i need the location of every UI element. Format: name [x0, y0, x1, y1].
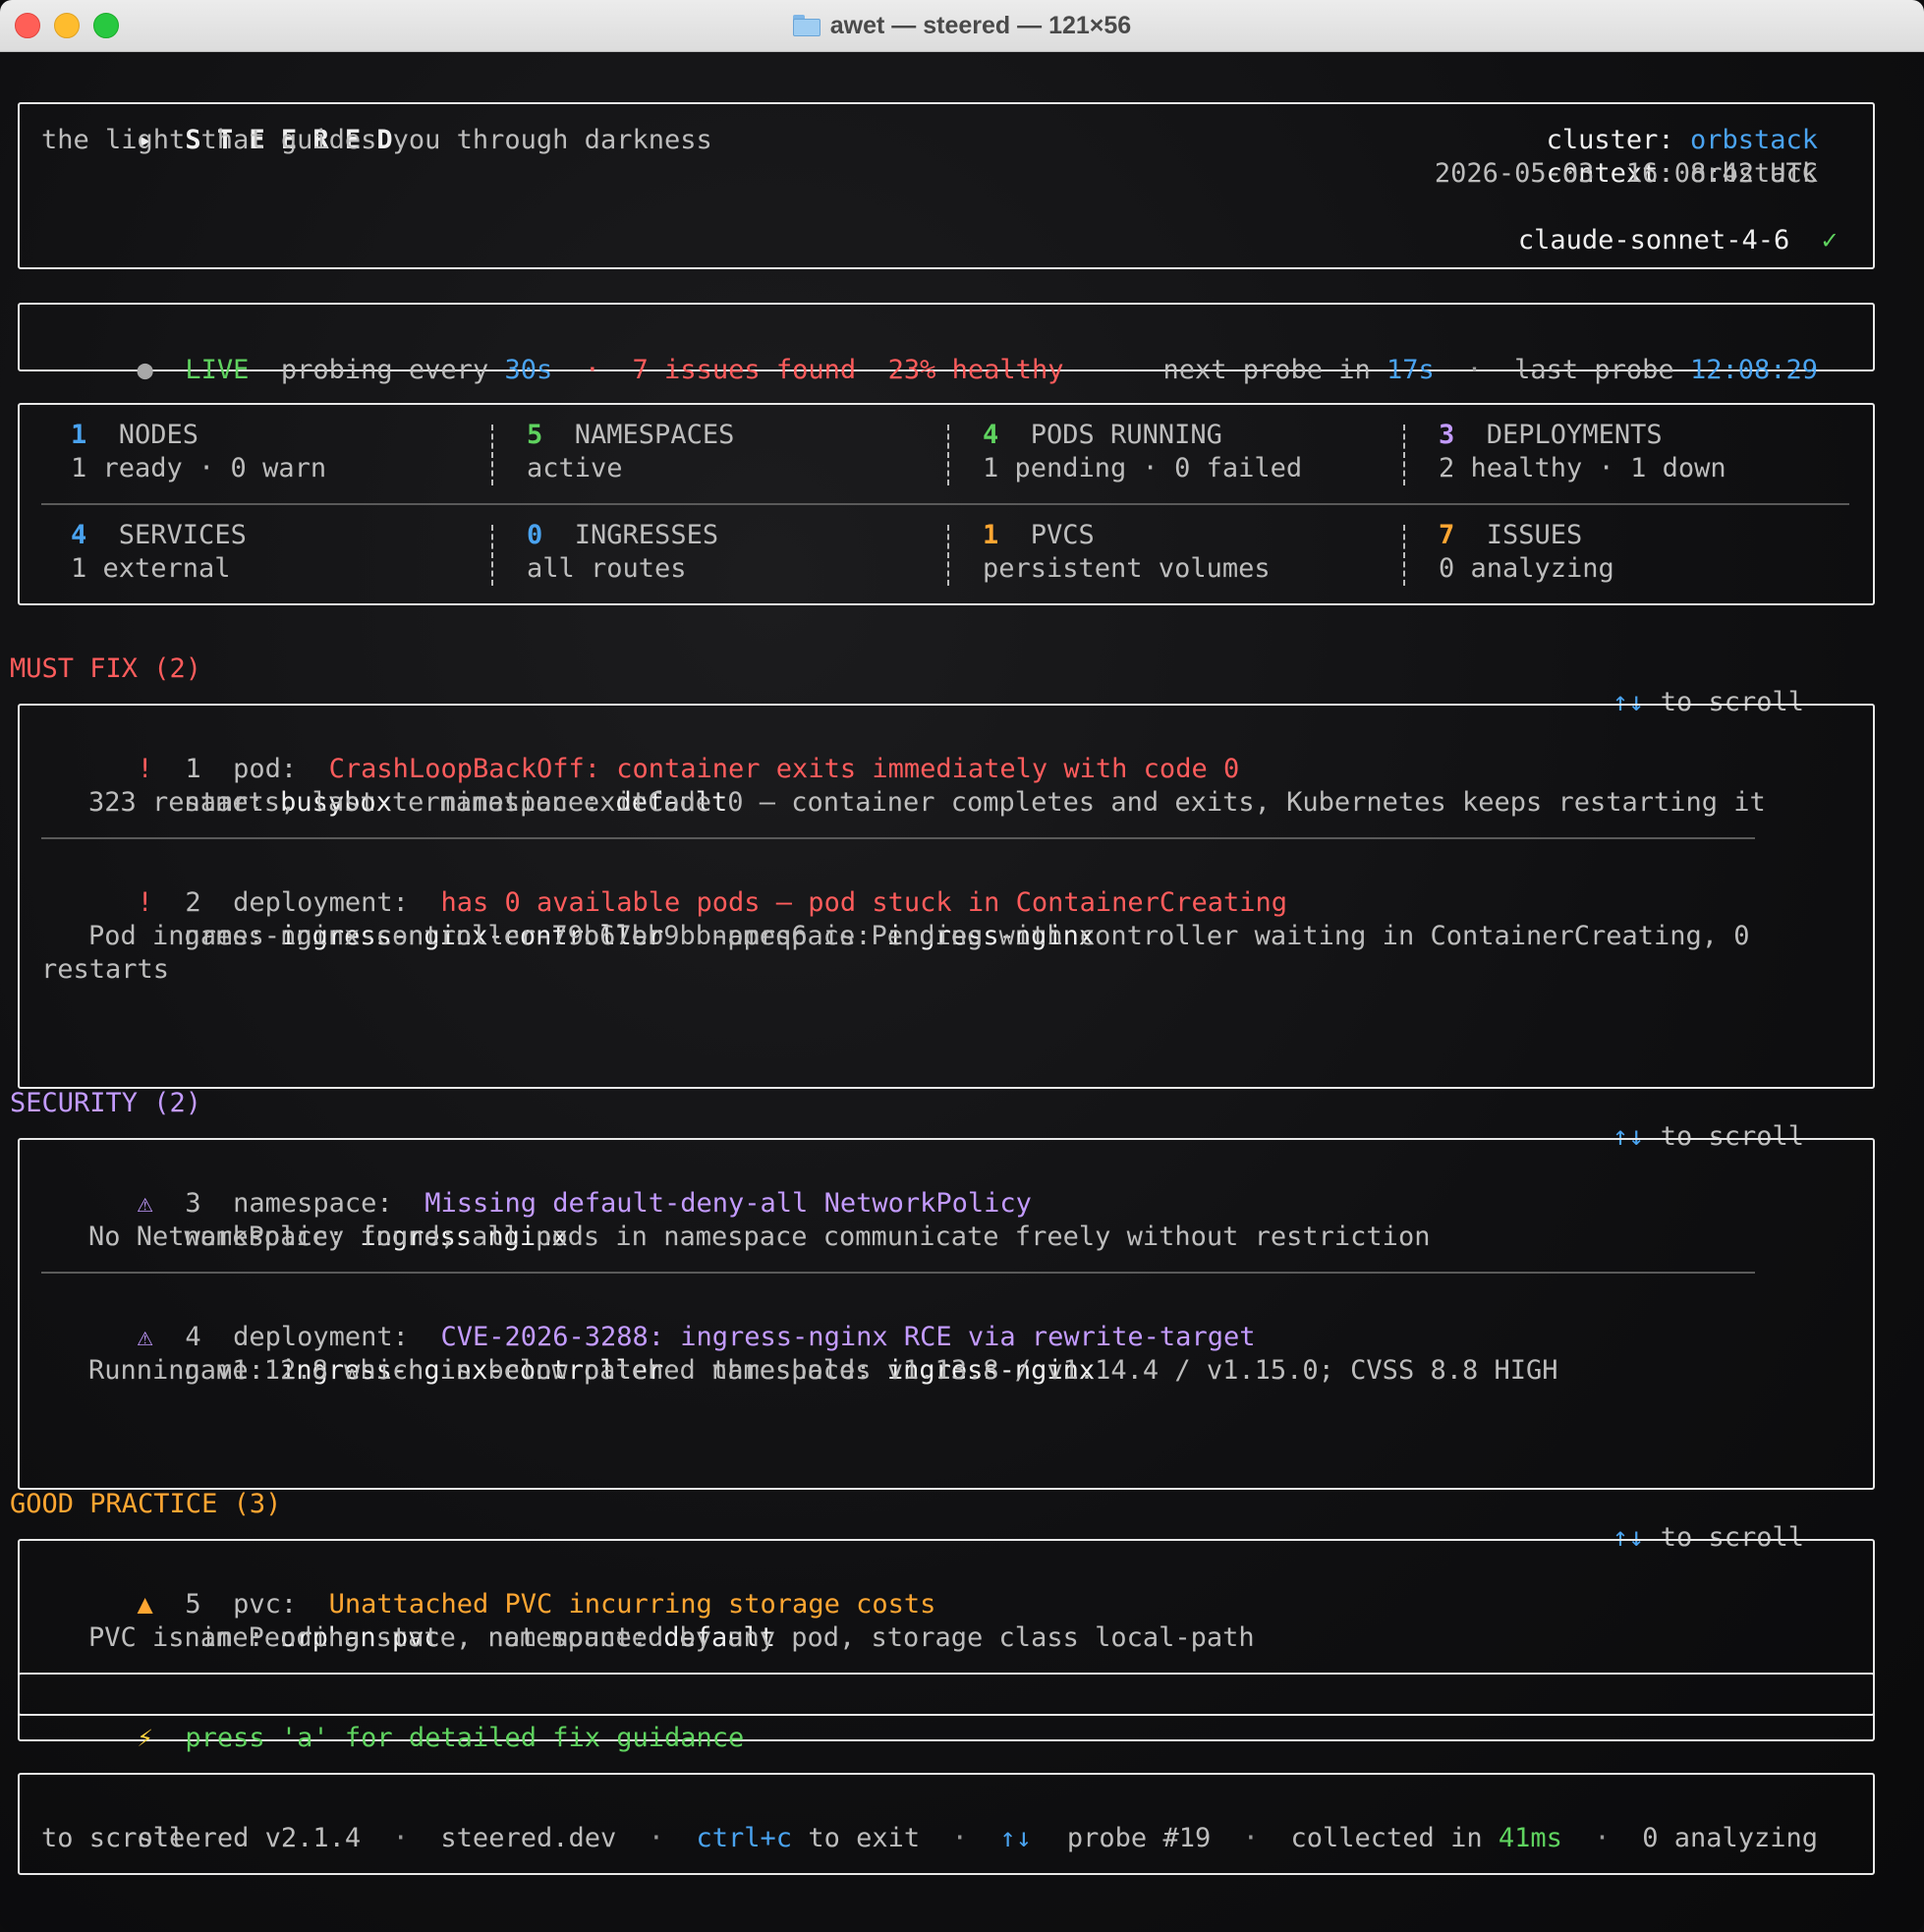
issue-4-detail: Running v1.12.8 which is below patched t… — [88, 1355, 1558, 1386]
stat-label: ISSUES — [1486, 520, 1583, 550]
probe-count: probe #19 — [1066, 1823, 1212, 1853]
stat-count: 4 — [71, 520, 87, 550]
stat-ingresses-title: 0 INGRESSES — [527, 519, 718, 552]
exit-key: ctrl+c — [696, 1823, 793, 1853]
folder-icon — [792, 15, 821, 36]
footer-right: probe #19 · collected in 41ms · 0 analyz… — [1066, 1823, 1818, 1853]
issues-found: 7 issues found — [632, 355, 857, 385]
stat-nodes-title: 1 NODES — [71, 419, 198, 452]
stat-count: 1 — [71, 420, 87, 450]
stat-deployments-sub: 2 healthy · 1 down — [1439, 453, 1726, 483]
issue-3-detail: No NetworkPolicy found; all pods in name… — [88, 1222, 1431, 1252]
datetime: 2026-05-03 16:08:42 UTC — [1434, 158, 1818, 189]
next-probe: 17s — [1386, 355, 1435, 385]
stat-pvcs-title: 1 PVCS — [983, 519, 1095, 552]
stat-services-title: 4 SERVICES — [71, 519, 247, 552]
stat-namespaces-sub: active — [527, 453, 623, 483]
column-divider — [1403, 425, 1405, 485]
check-icon: ✓ — [1821, 225, 1838, 256]
hint-text: press 'a' for detailed fix guidance — [185, 1723, 745, 1753]
stat-issues-title: 7 ISSUES — [1439, 519, 1582, 552]
stat-issues-sub: 0 analyzing — [1439, 553, 1614, 584]
probe-interval: 30s — [504, 355, 553, 385]
column-divider — [491, 525, 493, 586]
stat-pods-running-title: 4 PODS RUNNING — [983, 419, 1222, 452]
stat-nodes-sub: 1 ready · 0 warn — [71, 453, 327, 483]
analyzing-count: 0 analyzing — [1642, 1823, 1818, 1853]
status-dot-icon: ● — [137, 355, 153, 385]
tagline: the light that guides you through darkne… — [41, 125, 712, 155]
stat-count: 5 — [527, 420, 543, 450]
terminal-content[interactable]: ▸ S T E E R E D the light that guides yo… — [0, 51, 1924, 1932]
security-heading: SECURITY (2) — [10, 1088, 202, 1118]
stat-label: NODES — [118, 420, 199, 450]
stat-label: INGRESSES — [574, 520, 719, 550]
stat-pvcs-sub: persistent volumes — [983, 553, 1271, 584]
stat-pods-running-sub: 1 pending · 0 failed — [983, 453, 1303, 483]
issue-1-detail: 323 restarts, last termination exitCode … — [88, 787, 1766, 818]
stat-label: PVCS — [1030, 520, 1095, 550]
stat-label: NAMESPACES — [574, 420, 735, 450]
lightning-icon: ⚡ — [137, 1723, 153, 1753]
terminal-window: awet — steered — 121×56 ▸ S T E E R E D … — [0, 0, 1924, 1932]
stat-ingresses-sub: all routes — [527, 553, 687, 584]
site-link[interactable]: steered.dev — [440, 1823, 616, 1853]
stat-count: 4 — [983, 420, 999, 450]
health-percent: 23% healthy — [887, 355, 1064, 385]
stat-label: DEPLOYMENTS — [1486, 420, 1663, 450]
stat-count: 1 — [983, 520, 999, 550]
footer-left: steered v2.1.4 · steered.dev · ctrl+c to… — [137, 1823, 1032, 1853]
issue-2-detail-cont: restarts — [41, 954, 170, 985]
stat-deployments-title: 3 DEPLOYMENTS — [1439, 419, 1663, 452]
stat-label: PODS RUNNING — [1030, 420, 1222, 450]
stat-count: 0 — [527, 520, 543, 550]
issue-2-detail: Pod ingress-nginx-controller-79b67bb9bb-… — [88, 921, 1750, 951]
column-divider — [947, 525, 949, 586]
live-label: LIVE — [185, 355, 250, 385]
must-fix-heading: MUST FIX (2) — [10, 653, 202, 684]
title-bar: awet — steered — 121×56 — [0, 0, 1924, 52]
window-title: awet — steered — 121×56 — [829, 11, 1132, 39]
model-row: claude-sonnet-4-6 ✓ — [1422, 191, 1838, 291]
column-divider — [1403, 525, 1405, 586]
collected-time: 41ms — [1498, 1823, 1562, 1853]
good-practice-heading: GOOD PRACTICE (3) — [10, 1489, 282, 1519]
stat-namespaces-title: 5 NAMESPACES — [527, 419, 734, 452]
stat-label: SERVICES — [118, 520, 247, 550]
issue-5-detail: PVC is in Pending state, not mounted by … — [88, 1622, 1255, 1653]
stat-count: 3 — [1439, 420, 1455, 450]
stat-count: 7 — [1439, 520, 1455, 550]
footer-scroll-cont: to scroll — [41, 1823, 186, 1853]
stat-services-sub: 1 external — [71, 553, 231, 584]
model-name: claude-sonnet-4-6 — [1517, 225, 1790, 256]
last-probe: 12:08:29 — [1689, 355, 1818, 385]
column-divider — [491, 425, 493, 485]
column-divider — [947, 425, 949, 485]
